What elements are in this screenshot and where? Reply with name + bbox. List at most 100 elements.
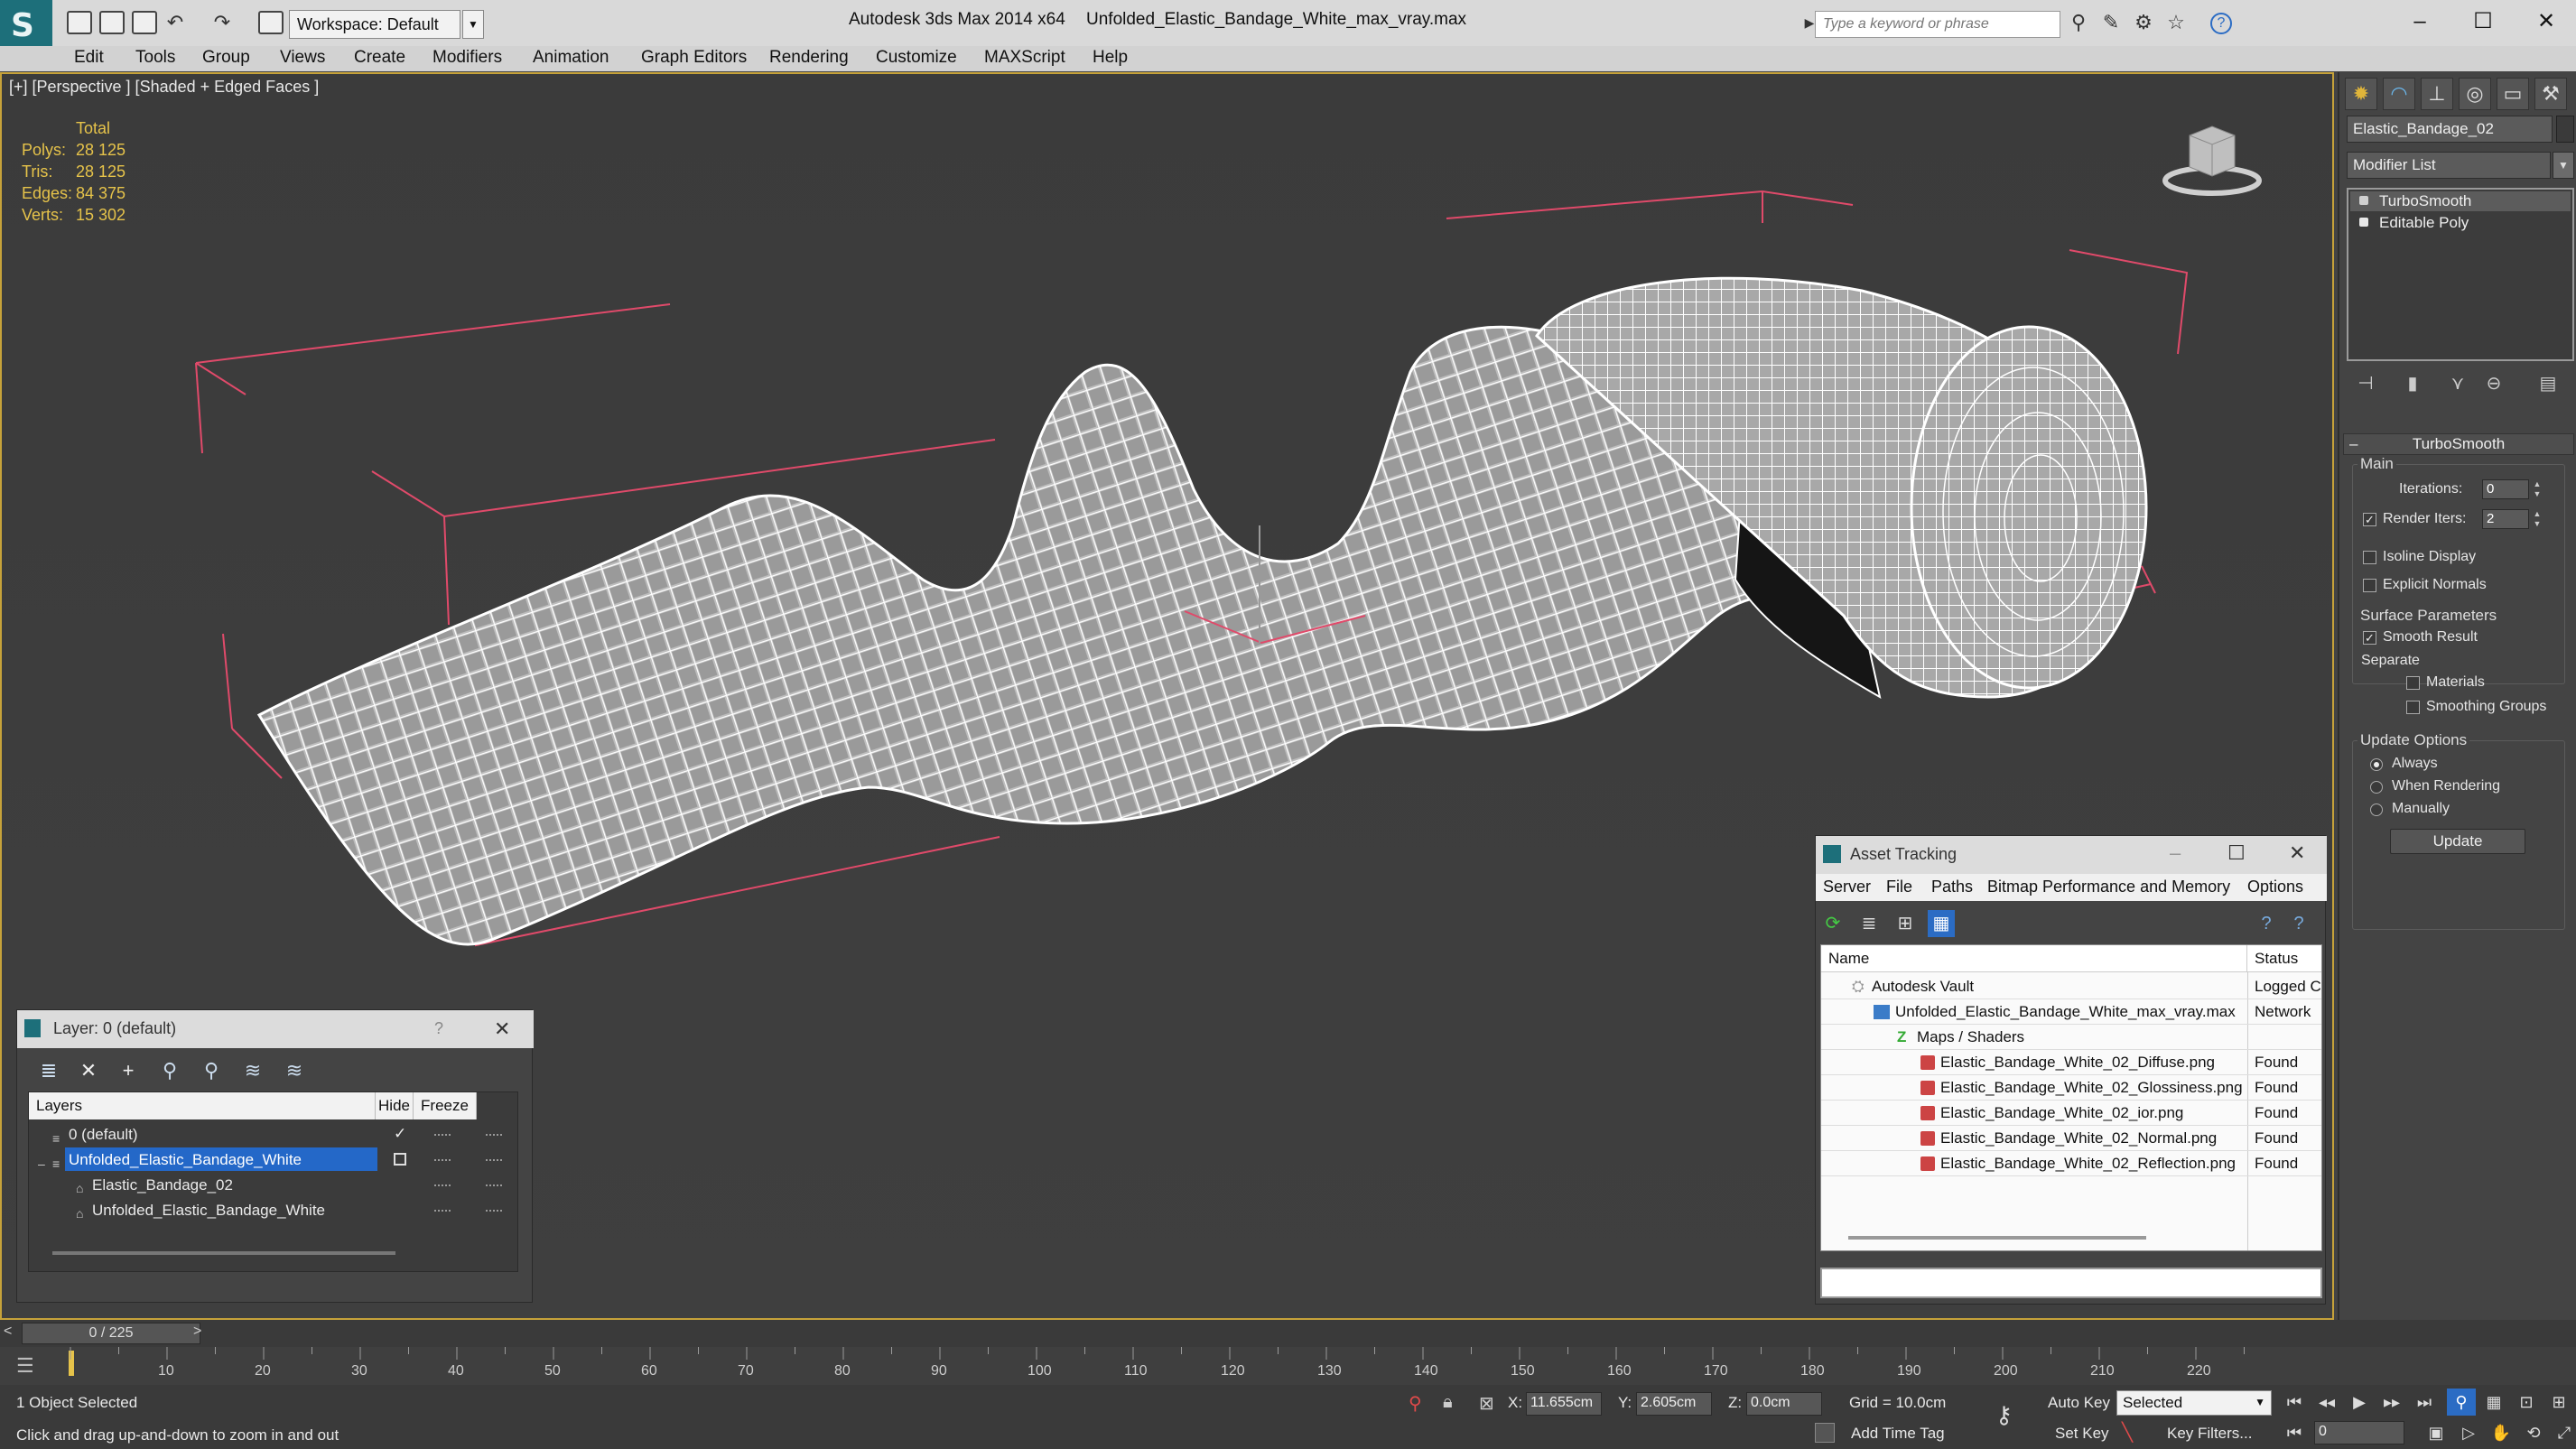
next-frame-icon[interactable]: > [193,1324,201,1340]
selection-lock-icon[interactable]: 🔒︎ [1443,1392,1453,1413]
col-name-header[interactable]: Name [1821,945,2247,972]
vault-settings-icon[interactable]: ? [2285,910,2312,937]
render-iters-spin-arrows-icon[interactable]: ▲ ▼ [2531,509,2543,529]
configure-sets-icon[interactable]: ▤ [2534,370,2562,397]
layer-horizontal-scrollbar[interactable] [52,1251,395,1255]
maximize-viewport-icon[interactable]: ⤢ [2550,1419,2576,1446]
utilities-tab-icon[interactable]: ⚒ [2534,78,2567,110]
workspace-select[interactable]: Workspace: Default [289,10,460,39]
motion-tab-icon[interactable]: ◎ [2459,78,2491,110]
key-filters-button[interactable]: Key Filters... [2167,1425,2252,1443]
close-icon[interactable]: ✕ [2519,5,2573,38]
menu-animation[interactable]: Animation [533,48,609,68]
save-file-icon[interactable] [132,11,157,34]
asset-row[interactable]: Elastic_Bandage_White_02_Normal.png Foun… [1821,1126,2321,1151]
menu-customize[interactable]: Customize [876,48,957,68]
asset-row[interactable]: ⛭ Autodesk Vault Logged C [1821,974,2321,999]
col-layers-header[interactable]: Layers [29,1092,376,1119]
layer-row[interactable]: ⌂ Elastic_Bandage_02 [29,1172,517,1197]
track-bar[interactable]: ☰ 10 20 30 40 50 60 70 80 90 100 110 120 130 140 150 16… [0,1347,2576,1385]
refresh-icon[interactable]: ⟳ [1819,910,1846,937]
menu-tools[interactable]: Tools [135,48,175,68]
object-name-field[interactable]: Elastic_Bandage_02 [2347,116,2553,143]
update-button[interactable]: Update [2390,829,2525,854]
menu-help[interactable]: Help [1093,48,1128,68]
menu-create[interactable]: Create [354,48,405,68]
time-slider[interactable]: < 0 / 225 > [0,1320,2576,1347]
delete-layer-icon[interactable]: ✕ [75,1057,102,1084]
stack-item-turbosmooth[interactable]: TurboSmooth [2350,191,2571,211]
menu-views[interactable]: Views [280,48,325,68]
hide-toggle[interactable] [434,1184,451,1186]
col-status-header[interactable]: Status [2247,945,2321,972]
viewcube-icon[interactable] [2162,117,2262,199]
asset-row[interactable]: Elastic_Bandage_White_02_Reflection.png … [1821,1151,2321,1176]
project-folder-icon[interactable] [258,11,284,34]
absolute-mode-icon[interactable]: ⊠ [1479,1392,1494,1415]
key-selection-dropdown[interactable]: Selected ▼ [2116,1390,2272,1416]
asset-path-field[interactable] [1820,1268,2322,1298]
col-hide-header[interactable]: Hide [376,1092,414,1119]
menu-rendering[interactable]: Rendering [769,48,849,68]
smoothing-groups-checkbox[interactable] [2406,701,2420,714]
modifier-list-select[interactable]: Modifier List [2347,152,2551,179]
asset-maximize-icon[interactable]: ☐ [2227,841,2246,865]
asset-menu-server[interactable]: Server [1823,878,1871,896]
add-time-tag[interactable]: Add Time Tag [1851,1425,1945,1443]
active-layer-check-icon[interactable]: ✓ [394,1121,406,1147]
table-view-icon[interactable]: ▦ [1928,910,1955,937]
key-icon[interactable]: ⚷ [1995,1401,2013,1429]
menu-edit[interactable]: Edit [74,48,104,68]
time-tag-icon[interactable] [1815,1423,1835,1443]
hide-toggle[interactable] [434,1134,451,1136]
x-coord-field[interactable]: 11.655cm [1526,1392,1602,1416]
asset-menu-file[interactable]: File [1886,878,1912,896]
mini-curve-editor-icon[interactable]: ☰ [16,1354,34,1378]
zoom-icon[interactable]: ⚲ [2447,1389,2476,1416]
redo-icon[interactable]: ↷ [211,13,233,34]
current-frame-field[interactable]: 0 [2314,1421,2404,1444]
asset-menu-paths[interactable]: Paths [1931,878,1973,896]
asset-row[interactable]: Unfolded_Elastic_Bandage_White_max_vray.… [1821,999,2321,1025]
select-layer-icon[interactable]: ⚲ [156,1057,183,1084]
asset-row[interactable]: Elastic_Bandage_White_02_Glossiness.png … [1821,1075,2321,1101]
menu-group[interactable]: Group [202,48,250,68]
display-tab-icon[interactable]: ▭ [2497,78,2529,110]
time-slider-thumb[interactable]: 0 / 225 [22,1323,200,1344]
remove-modifier-icon[interactable]: ⊖ [2480,370,2507,397]
set-key-icon[interactable]: ╲ [2122,1421,2133,1444]
play-icon[interactable]: ▶ [2345,1389,2374,1416]
open-file-icon[interactable] [99,11,125,34]
col-freeze-header[interactable]: Freeze [414,1092,477,1119]
asset-menu-bitmap-performance[interactable]: Bitmap Performance and Memory [1987,878,2230,896]
modifier-list-dropdown-icon[interactable]: ▼ [2553,152,2574,179]
materials-checkbox[interactable] [2406,676,2420,690]
render-iters-checkbox[interactable]: ✓ [2363,513,2376,526]
orbit-icon[interactable]: ⟲ [2519,1419,2548,1446]
search-input[interactable]: Type a keyword or phrase [1815,11,2060,38]
asset-horizontal-scrollbar[interactable] [1848,1236,2146,1240]
freeze-toggle[interactable] [486,1184,502,1186]
layer-row[interactable]: ⌂ Unfolded_Elastic_Bandage_White [29,1197,517,1222]
layer-window-titlebar[interactable]: Layer: 0 (default) ? ✕ [17,1010,534,1048]
when-rendering-radio[interactable] [2370,781,2383,794]
menu-maxscript[interactable]: MAXScript [984,48,1065,68]
layer-row-selected[interactable]: – ≡ Unfolded_Elastic_Bandage_White [29,1147,517,1172]
new-file-icon[interactable] [67,11,92,34]
zoom-extents-all-icon[interactable]: ⊞ [2544,1389,2573,1416]
hide-toggle[interactable] [434,1210,451,1212]
asset-menu-options[interactable]: Options [2247,878,2303,896]
maximize-icon[interactable]: ☐ [2456,5,2510,38]
create-tab-icon[interactable]: ✹ [2345,78,2377,110]
tree-view-icon[interactable]: ⊞ [1892,910,1919,937]
goto-start-icon[interactable]: ⏮ [2280,1389,2309,1416]
auto-key-button[interactable]: Auto Key [2048,1394,2110,1412]
help-icon[interactable]: ? [2210,13,2232,34]
isolate-selection-icon[interactable]: ⚲ [1409,1392,1422,1415]
pin-stack-icon[interactable]: ⊣ [2352,370,2379,397]
iterations-spin-arrows-icon[interactable]: ▲ ▼ [2531,479,2543,499]
asset-row[interactable]: Elastic_Bandage_White_02_ior.png Found [1821,1101,2321,1126]
goto-end-icon[interactable]: ⏭ [2410,1389,2439,1416]
zoom-all-icon[interactable]: ▦ [2479,1389,2508,1416]
smooth-result-checkbox[interactable]: ✓ [2363,631,2376,645]
